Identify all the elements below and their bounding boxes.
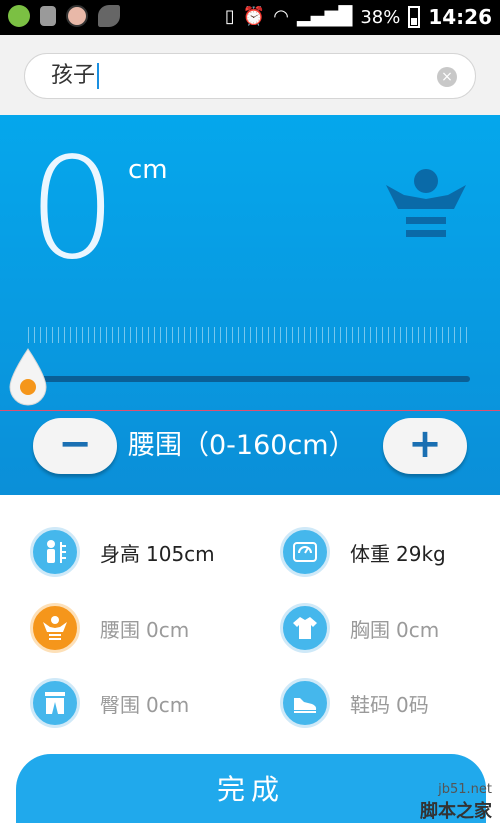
status-bar: ▯ ⏰ ◠ ▂▄▆█ 38% 14:26 xyxy=(0,0,500,35)
stat-hip-value: 0cm xyxy=(146,693,190,717)
stat-shoe-label: 鞋码 xyxy=(350,693,390,717)
battery-icon xyxy=(408,6,421,28)
measure-range-label: 腰围（0-160cm） xyxy=(128,430,356,461)
slider-track[interactable] xyxy=(28,376,470,382)
watermark: jb51.net 脚本之家 xyxy=(420,782,492,823)
decrease-button[interactable]: − xyxy=(33,418,117,474)
divider-line xyxy=(0,410,500,411)
vibrate-icon: ▯ xyxy=(224,6,235,27)
height-icon xyxy=(30,527,80,577)
wifi-icon: ◠ xyxy=(273,6,289,27)
app-notification-icon xyxy=(8,5,30,27)
name-bar: 孩子 × xyxy=(0,35,500,115)
measurements-summary: 身高 105cm 体重 29kg 腰围 0cm 胸围 0cm 臀围 0cm 鞋码 0码 完成… xyxy=(0,495,500,823)
stat-height[interactable]: 身高 105cm xyxy=(30,524,260,580)
measurement-value: 0 xyxy=(28,128,118,291)
scale-icon xyxy=(280,527,330,577)
watermark-name: 脚本之家 xyxy=(420,801,492,822)
measure-panel: 0 cm − 腰围（0-160cm） + xyxy=(0,115,500,495)
ruler-scale xyxy=(28,327,472,343)
stat-weight[interactable]: 体重 29kg xyxy=(280,524,500,580)
alarm-icon: ⏰ xyxy=(242,6,266,27)
waist-figure-icon xyxy=(386,169,466,237)
watermark-site: jb51.net xyxy=(438,782,492,797)
stat-shoe[interactable]: 鞋码 0码 xyxy=(280,675,500,731)
stat-chest[interactable]: 胸围 0cm xyxy=(280,600,500,656)
stat-chest-label: 胸围 xyxy=(350,618,390,642)
name-input-value: 孩子 xyxy=(51,63,96,88)
stat-waist[interactable]: 腰围 0cm xyxy=(30,600,260,656)
stat-height-label: 身高 xyxy=(100,542,140,566)
shoe-icon xyxy=(280,678,330,728)
chest-icon xyxy=(280,603,330,653)
stat-waist-value: 0cm xyxy=(146,618,190,642)
stat-hip[interactable]: 臀围 0cm xyxy=(30,675,260,731)
stat-weight-label: 体重 xyxy=(350,542,390,566)
stat-waist-label: 腰围 xyxy=(100,618,140,642)
hip-icon xyxy=(30,678,80,728)
avatar-notification-icon xyxy=(66,5,88,27)
waist-icon xyxy=(30,603,80,653)
clear-icon[interactable]: × xyxy=(437,67,457,87)
leaf-notification-icon xyxy=(98,5,120,27)
sim-notification-icon xyxy=(40,6,56,26)
signal-icon: ▂▄▆█ xyxy=(296,6,353,27)
stat-shoe-value: 0码 xyxy=(396,693,429,717)
measurement-unit: cm xyxy=(128,155,168,185)
text-caret xyxy=(97,63,100,89)
clock: 14:26 xyxy=(428,5,492,29)
stat-hip-label: 臀围 xyxy=(100,693,140,717)
stat-chest-value: 0cm xyxy=(396,618,440,642)
slider-thumb[interactable] xyxy=(6,347,50,407)
name-input[interactable]: 孩子 × xyxy=(24,53,476,99)
done-button[interactable]: 完成 xyxy=(16,754,486,823)
stat-height-value: 105cm xyxy=(146,542,215,566)
stat-weight-value: 29kg xyxy=(396,542,446,566)
battery-percent: 38% xyxy=(360,6,401,28)
increase-button[interactable]: + xyxy=(383,418,467,474)
